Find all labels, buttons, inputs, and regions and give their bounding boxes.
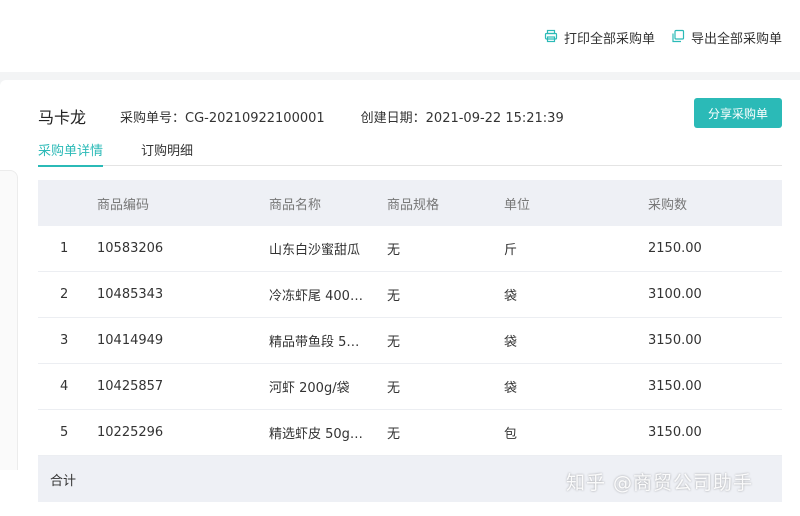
cell-index: 5 xyxy=(60,425,69,440)
cell-quantity: 3150.00 xyxy=(648,333,702,348)
cell-spec: 无 xyxy=(387,289,401,304)
cell-unit: 袋 xyxy=(504,381,518,396)
order-info: 马卡龙 采购单号：CG-20210922100001 创建日期：2021-09-… xyxy=(38,104,564,128)
tab-order-details[interactable]: 采购单详情 xyxy=(38,138,104,167)
export-all-button[interactable]: 导出全部采购单 xyxy=(671,28,782,47)
cell-index: 1 xyxy=(60,241,69,256)
cell-code: 10414949 xyxy=(97,333,164,348)
table-row: 5 10225296 精选虾皮 50g… 无 包 3150.00 xyxy=(38,410,782,456)
cell-name: 冷冻虾尾 400… xyxy=(269,289,363,304)
cell-unit: 袋 xyxy=(504,335,518,350)
cell-name: 精选虾皮 50g… xyxy=(269,427,363,442)
tab-bar: 采购单详情 订购明细 xyxy=(38,138,782,167)
cell-quantity: 3150.00 xyxy=(648,379,702,394)
cell-name: 河虾 200g/袋 xyxy=(269,381,350,396)
order-number: 采购单号：CG-20210922100001 xyxy=(120,110,325,126)
cell-quantity: 3100.00 xyxy=(648,287,702,302)
cell-spec: 无 xyxy=(387,243,401,258)
export-all-label: 导出全部采购单 xyxy=(690,32,782,47)
header-unit: 单位 xyxy=(504,197,531,213)
printer-icon xyxy=(544,29,558,47)
cell-index: 3 xyxy=(60,333,69,348)
cell-unit: 包 xyxy=(504,427,518,442)
copy-icon xyxy=(671,29,685,47)
table-row: 1 10583206 山东白沙蜜甜瓜 无 斤 2150.00 xyxy=(38,226,782,272)
items-table: 商品编码 商品名称 商品规格 单位 采购数 1 10583206 山东白沙蜜甜瓜… xyxy=(38,180,782,502)
left-edge-panel xyxy=(0,170,18,470)
cell-name: 山东白沙蜜甜瓜 xyxy=(269,243,361,258)
table-row: 4 10425857 河虾 200g/袋 无 袋 3150.00 xyxy=(38,364,782,410)
cell-quantity: 3150.00 xyxy=(648,425,702,440)
watermark: 知乎 @商贸公司助手 xyxy=(566,472,754,494)
tab-order-items[interactable]: 订购明细 xyxy=(141,138,193,166)
header-code: 商品编码 xyxy=(97,197,150,213)
header-name: 商品名称 xyxy=(269,197,322,213)
header-spec: 商品规格 xyxy=(387,197,440,213)
cell-unit: 袋 xyxy=(504,289,518,304)
table-row: 2 10485343 冷冻虾尾 400… 无 袋 3100.00 xyxy=(38,272,782,318)
cell-quantity: 2150.00 xyxy=(648,241,702,256)
supplier-name: 马卡龙 xyxy=(38,108,87,127)
cell-code: 10583206 xyxy=(97,241,164,256)
print-all-button[interactable]: 打印全部采购单 xyxy=(544,28,655,47)
table-header: 商品编码 商品名称 商品规格 单位 采购数 xyxy=(38,180,782,226)
total-label: 合计 xyxy=(50,473,77,489)
header-quantity: 采购数 xyxy=(648,197,688,213)
cell-spec: 无 xyxy=(387,381,401,396)
cell-code: 10425857 xyxy=(97,379,164,394)
print-all-label: 打印全部采购单 xyxy=(563,32,655,47)
cell-spec: 无 xyxy=(387,427,401,442)
cell-index: 4 xyxy=(60,379,69,394)
table-row: 3 10414949 精品带鱼段 5… 无 袋 3150.00 xyxy=(38,318,782,364)
cell-code: 10225296 xyxy=(97,425,164,440)
cell-spec: 无 xyxy=(387,335,401,350)
cell-code: 10485343 xyxy=(97,287,164,302)
top-actions: 打印全部采购单 导出全部采购单 xyxy=(544,28,782,47)
cell-name: 精品带鱼段 5… xyxy=(269,335,360,350)
created-date: 创建日期：2021-09-22 15:21:39 xyxy=(360,110,564,126)
top-bar: 打印全部采购单 导出全部采购单 xyxy=(0,0,800,72)
share-order-button[interactable]: 分享采购单 xyxy=(694,98,782,128)
cell-index: 2 xyxy=(60,287,69,302)
cell-unit: 斤 xyxy=(504,243,518,258)
